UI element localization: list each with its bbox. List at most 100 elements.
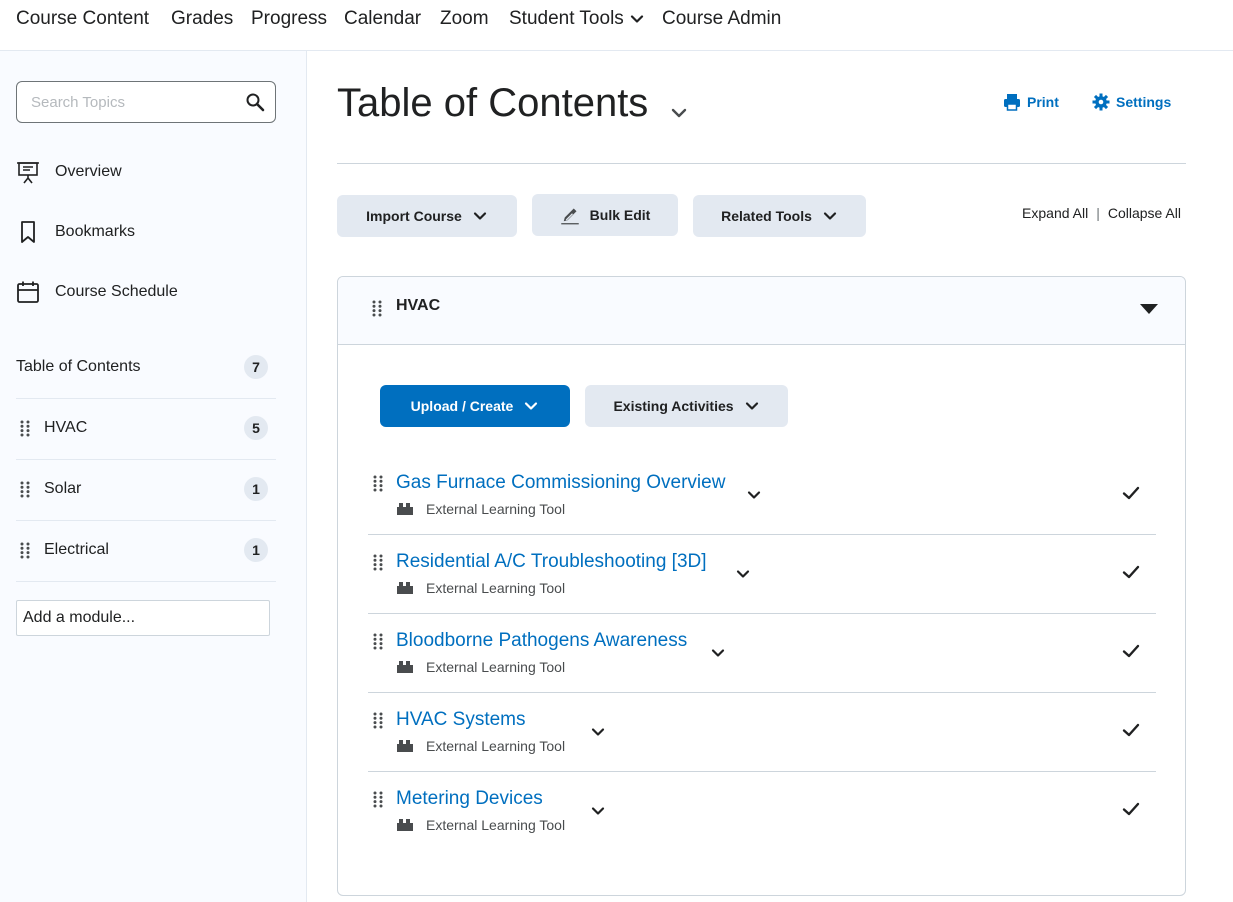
toc-label: Table of Contents (16, 358, 141, 375)
nav-label: Calendar (344, 8, 422, 29)
chevron-down-icon (473, 212, 486, 220)
count-badge: 1 (244, 538, 268, 562)
checkmark-icon (1122, 802, 1140, 816)
topic-type: External Learning Tool (396, 659, 565, 675)
drag-handle-icon[interactable] (372, 300, 382, 317)
chevron-down-icon[interactable] (590, 803, 606, 819)
chevron-down-icon[interactable] (669, 103, 689, 123)
module-label: Electrical (44, 541, 109, 558)
button-label: Related Tools (721, 208, 812, 224)
upload-create-button[interactable]: Upload / Create (380, 385, 570, 427)
topic-title-link[interactable]: HVAC Systems (396, 709, 526, 731)
count-badge: 1 (244, 477, 268, 501)
pencil-icon (560, 208, 579, 225)
printer-icon (1004, 94, 1020, 111)
lego-block-icon (397, 819, 413, 831)
search-input[interactable] (31, 91, 231, 113)
module-label: Solar (44, 480, 82, 497)
print-button[interactable]: Print (1003, 93, 1059, 111)
sidebar-link-label: Overview (55, 163, 122, 180)
topic-type-label: External Learning Tool (426, 659, 566, 675)
nav-student-tools[interactable]: Student Tools (509, 8, 644, 30)
nav-label: Course Admin (662, 8, 782, 29)
drag-handle-icon[interactable] (373, 475, 383, 492)
nav-zoom[interactable]: Zoom (440, 8, 489, 30)
nav-label: Zoom (440, 8, 489, 29)
nav-label: Student Tools (509, 8, 624, 29)
settings-button[interactable]: Settings (1092, 93, 1171, 111)
topic-type-label: External Learning Tool (426, 501, 566, 517)
nav-grades[interactable]: Grades (171, 8, 233, 30)
search-box (16, 81, 276, 123)
topic-type: External Learning Tool (396, 738, 565, 754)
sidebar: Overview Bookmarks Course Schedule Table… (0, 51, 307, 902)
topic-item: Bloodborne Pathogens Awareness External … (368, 614, 1156, 693)
drag-handle-icon[interactable] (20, 481, 30, 498)
nav-progress[interactable]: Progress (251, 8, 327, 30)
bulk-edit-button[interactable]: Bulk Edit (532, 194, 678, 236)
topic-title-link[interactable]: Bloodborne Pathogens Awareness (396, 630, 687, 652)
topic-title-link[interactable]: Gas Furnace Commissioning Overview (396, 472, 725, 494)
topic-item: Metering Devices External Learning Tool (368, 772, 1156, 851)
topic-type-label: External Learning Tool (426, 738, 566, 754)
sidebar-module-solar[interactable]: Solar 1 (16, 477, 276, 521)
related-tools-button[interactable]: Related Tools (693, 195, 866, 237)
sidebar-module-electrical[interactable]: Electrical 1 (16, 538, 276, 582)
topic-title-link[interactable]: Metering Devices (396, 788, 543, 810)
collapse-all-link[interactable]: Collapse All (1108, 205, 1181, 221)
lego-block-icon (397, 503, 413, 515)
sidebar-bookmarks[interactable]: Bookmarks (16, 220, 135, 244)
add-module-input[interactable]: Add a module... (16, 600, 270, 636)
drag-handle-icon[interactable] (20, 542, 30, 559)
search-icon[interactable] (245, 92, 265, 112)
button-label: Import Course (366, 208, 462, 224)
drag-handle-icon[interactable] (20, 420, 30, 437)
nav-course-content[interactable]: Course Content (16, 8, 149, 30)
nav-label: Grades (171, 8, 234, 29)
drag-handle-icon[interactable] (373, 791, 383, 808)
checkmark-icon (1122, 486, 1140, 500)
chevron-down-icon[interactable] (710, 645, 726, 661)
print-label: Print (1027, 94, 1059, 110)
button-label: Upload / Create (410, 398, 514, 414)
nav-calendar[interactable]: Calendar (344, 8, 421, 30)
checkmark-icon (1122, 644, 1140, 658)
chevron-down-icon[interactable] (590, 724, 606, 740)
topic-type-label: External Learning Tool (426, 817, 566, 833)
import-course-button[interactable]: Import Course (337, 195, 517, 237)
sidebar-overview[interactable]: Overview (16, 160, 122, 184)
sidebar-course-schedule[interactable]: Course Schedule (16, 280, 178, 304)
drag-handle-icon[interactable] (373, 554, 383, 571)
existing-activities-button[interactable]: Existing Activities (585, 385, 788, 427)
module-card: HVAC Upload / Create Existing Activities… (337, 276, 1186, 896)
chevron-down-icon[interactable] (735, 566, 751, 582)
sidebar-link-label: Course Schedule (55, 283, 178, 300)
chevron-down-icon (525, 402, 538, 410)
chevron-down-icon (745, 402, 758, 410)
topic-type: External Learning Tool (396, 817, 565, 833)
drag-handle-icon[interactable] (373, 633, 383, 650)
lego-block-icon (397, 582, 413, 594)
topic-title-link[interactable]: Residential A/C Troubleshooting [3D] (396, 551, 707, 573)
topic-item: Gas Furnace Commissioning Overview Exter… (368, 456, 1156, 535)
checkmark-icon (1122, 565, 1140, 579)
topic-type-label: External Learning Tool (426, 580, 566, 596)
drag-handle-icon[interactable] (373, 712, 383, 729)
lego-block-icon (397, 661, 413, 673)
nav-label: Progress (251, 8, 328, 29)
page-title: Table of Contents (337, 81, 649, 125)
chevron-down-icon[interactable] (746, 487, 762, 503)
expand-all-link[interactable]: Expand All (1022, 205, 1088, 221)
sidebar-toc[interactable]: Table of Contents 7 (16, 355, 276, 399)
top-navigation: Course Content Grades Progress Calendar … (0, 0, 1233, 51)
button-label: Existing Activities (613, 398, 734, 414)
caret-down-icon[interactable] (1139, 303, 1159, 315)
gear-icon (1092, 93, 1110, 111)
module-header[interactable]: HVAC (338, 277, 1185, 345)
nav-course-admin[interactable]: Course Admin (662, 8, 781, 30)
topic-type: External Learning Tool (396, 580, 565, 596)
settings-label: Settings (1116, 94, 1172, 110)
expand-collapse: Expand All | Collapse All (1022, 205, 1181, 221)
checkmark-icon (1122, 723, 1140, 737)
sidebar-module-hvac[interactable]: HVAC 5 (16, 416, 276, 460)
